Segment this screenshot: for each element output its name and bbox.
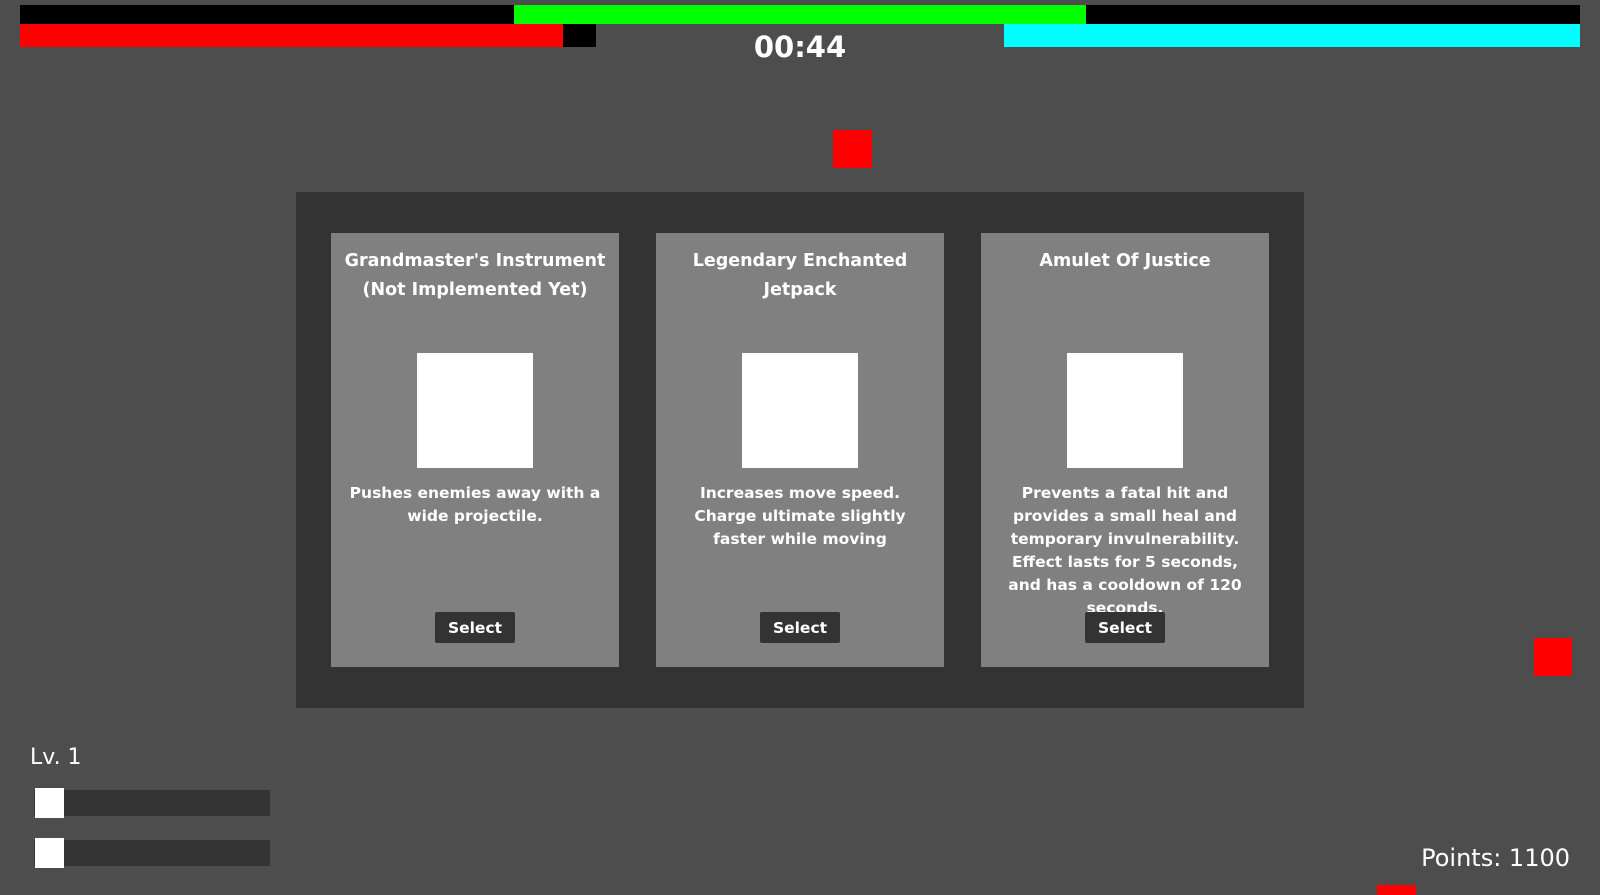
upgrade-title: Legendary Enchanted Jetpack [692,251,908,300]
boss-health-bar [20,5,1580,24]
upgrade-selection-panel: Grandmaster's Instrument (Not Implemente… [296,192,1304,708]
upgrade-card: Legendary Enchanted Jetpack Increases mo… [656,233,944,667]
upgrade-title: Amulet Of Justice [1039,251,1211,271]
ultimate-charge-bar [34,838,270,868]
boss-health-fill [514,5,1086,24]
upgrade-description: Pushes enemies away with a wide projecti… [349,484,601,525]
upgrade-icon [742,353,858,468]
player-level: Lv. 1 [30,745,82,770]
points-counter: Points: 1100 [1421,844,1570,872]
upgrade-title: Grandmaster's Instrument (Not Implemente… [344,251,606,300]
upgrade-description: Increases move speed. Charge ultimate sl… [694,484,906,548]
upgrade-description: Prevents a fatal hit and provides a smal… [1008,484,1242,617]
upgrade-card: Grandmaster's Instrument (Not Implemente… [331,233,619,667]
experience-bar-knob [35,788,64,818]
experience-bar [34,788,270,818]
shield-bar [1004,24,1580,47]
enemy-square [1534,638,1572,676]
player-health-bar [20,24,596,47]
enemy-square [1377,885,1416,895]
select-button[interactable]: Select [760,612,840,643]
shield-fill [1004,24,1580,47]
select-button[interactable]: Select [435,612,515,643]
select-button[interactable]: Select [1085,612,1165,643]
upgrade-icon [417,353,533,468]
player-health-fill [20,24,563,47]
match-timer: 00:44 [753,30,847,64]
upgrade-card: Amulet Of Justice Prevents a fatal hit a… [981,233,1269,667]
ultimate-charge-knob [35,838,64,868]
upgrade-icon [1067,353,1183,468]
enemy-square [833,130,872,168]
